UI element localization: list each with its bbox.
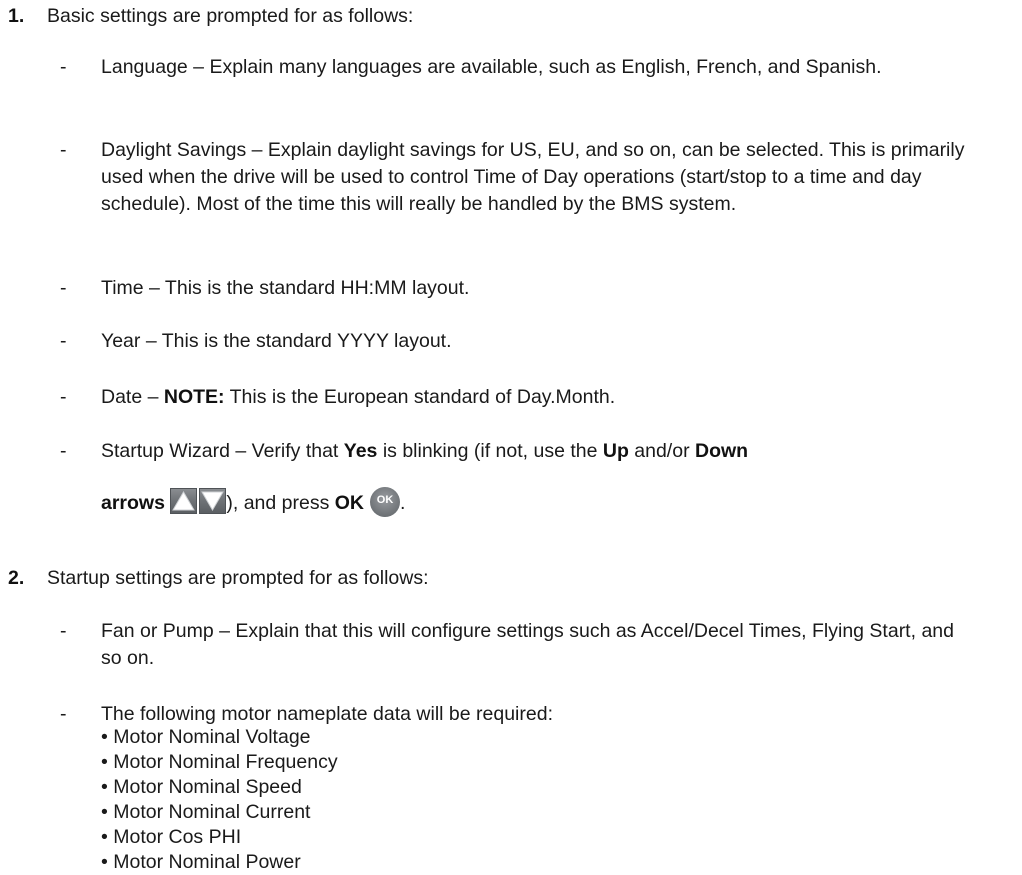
date-note-label: NOTE: xyxy=(163,386,225,408)
step-1-number: 1. xyxy=(8,5,25,27)
dash-marker: - xyxy=(60,620,67,642)
up-arrow-glyph xyxy=(172,491,196,511)
ok-button-icon: OK xyxy=(370,487,401,517)
dash-marker: - xyxy=(60,440,67,462)
wizard-up: Up xyxy=(602,440,629,462)
date-text: Date – NOTE: This is the European standa… xyxy=(101,384,998,411)
step-2-intro: Startup settings are prompted for as fol… xyxy=(47,567,429,589)
document-page: 1. Basic settings are prompted for as fo… xyxy=(0,0,1022,873)
nameplate-bullets: • Motor Nominal Voltage • Motor Nominal … xyxy=(101,725,338,875)
wizard-yes: Yes xyxy=(343,440,378,462)
startup-wizard-line-2: arrows ), and press OK OK. xyxy=(101,487,405,518)
list-item: • Motor Nominal Frequency xyxy=(101,751,338,773)
dash-marker: - xyxy=(60,386,67,408)
step-1-intro: Basic settings are prompted for as follo… xyxy=(47,5,414,27)
wizard-end: . xyxy=(400,492,406,514)
dash-marker: - xyxy=(60,330,67,352)
wizard-press: ), and press xyxy=(226,492,335,514)
down-arrow-icon xyxy=(199,488,227,514)
list-item: • Motor Nominal Current xyxy=(101,801,311,823)
date-prefix: Date – xyxy=(101,386,164,408)
dash-marker: - xyxy=(60,139,67,161)
date-suffix: This is the European standard of Day.Mon… xyxy=(224,386,616,408)
list-item: • Motor Nominal Speed xyxy=(101,776,302,798)
wizard-arrows: arrows xyxy=(101,492,165,514)
wizard-prefix: Startup Wizard – Verify that xyxy=(101,440,344,462)
year-text: Year – This is the standard YYYY layout. xyxy=(101,330,452,352)
wizard-ok: OK xyxy=(334,492,365,514)
daylight-savings-text: Daylight Savings – Explain daylight savi… xyxy=(101,139,965,215)
wizard-down: Down xyxy=(695,440,749,462)
dash-marker: - xyxy=(60,703,67,725)
step-2-number: 2. xyxy=(8,567,25,589)
list-item: • Motor Nominal Voltage xyxy=(101,726,311,748)
list-item: • Motor Nominal Power xyxy=(101,851,301,873)
startup-wizard-text: Startup Wizard – Verify that Yes is blin… xyxy=(101,438,998,465)
down-arrow-glyph xyxy=(201,491,225,511)
nameplate-intro: The following motor nameplate data will … xyxy=(101,703,553,725)
list-item: • Motor Cos PHI xyxy=(101,826,242,848)
time-text: Time – This is the standard HH:MM layout… xyxy=(101,277,470,299)
dash-marker: - xyxy=(60,56,67,78)
up-arrow-icon xyxy=(170,488,198,514)
dash-marker: - xyxy=(60,277,67,299)
wizard-andor: and/or xyxy=(628,440,695,462)
fan-or-pump-text: Fan or Pump – Explain that this will con… xyxy=(101,620,954,669)
wizard-mid: is blinking (if not, use the xyxy=(377,440,603,462)
language-text: Language – Explain many languages are av… xyxy=(101,56,882,78)
